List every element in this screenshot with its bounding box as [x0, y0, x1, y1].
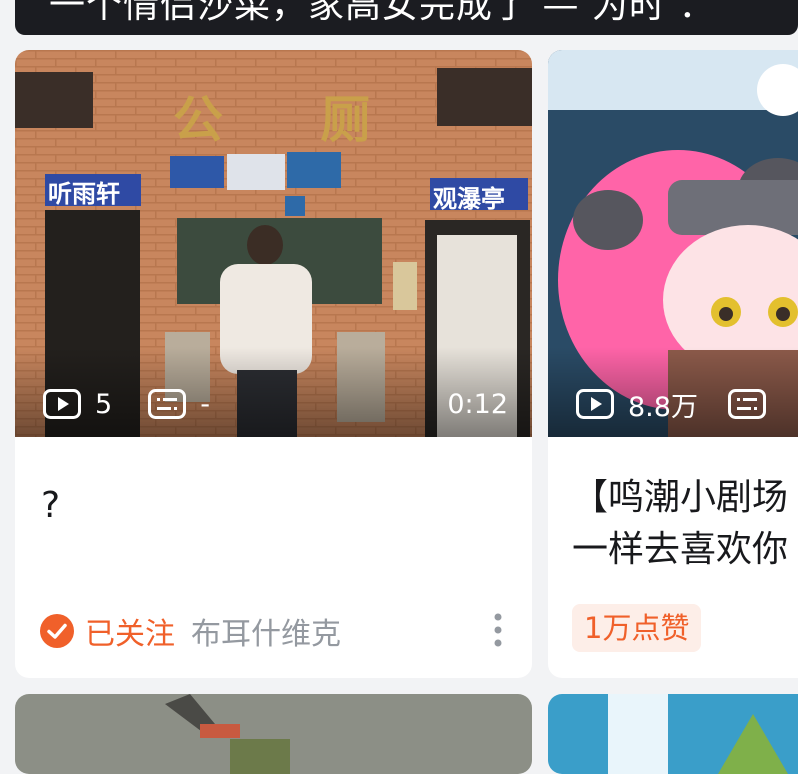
video-title-1[interactable]: ?: [41, 480, 60, 532]
video-card-1[interactable]: 公 厕 听雨轩 观瀑亭 5 - 0:12 ? 已关注 布耳什维克: [15, 50, 532, 678]
sign-left: 听雨轩: [48, 180, 120, 208]
video-duration: 0:12: [447, 388, 508, 420]
video-thumbnail-3[interactable]: [15, 694, 532, 774]
followed-label: 已关注: [85, 617, 175, 652]
video-thumbnail-4[interactable]: [548, 694, 798, 774]
video-card-2[interactable]: 8.8万 【鸣潮小剧场 一样去喜欢你 1万点赞: [548, 50, 798, 678]
play-count: 5: [95, 388, 113, 420]
danmaku-count: -: [200, 388, 210, 420]
followed-check-icon: [39, 613, 75, 649]
uploader-name[interactable]: 布耳什维克: [191, 609, 341, 653]
previous-card-title-strip[interactable]: 一个情侣沙菜，家高女完成了 — 为时 ：: [15, 0, 798, 35]
play-count-icon-2: [576, 389, 614, 419]
thumbnail-stats: 5 - 0:12: [15, 384, 532, 424]
video-card-3[interactable]: [15, 694, 532, 774]
video-title-2-line1: 【鸣潮小剧场: [572, 477, 789, 518]
sign-right: 观瀑亭: [433, 185, 505, 213]
video-title-2-line2: 一样去喜欢你: [572, 529, 789, 570]
video-title-2[interactable]: 【鸣潮小剧场 一样去喜欢你: [572, 472, 788, 576]
like-count-badge: 1万点赞: [572, 604, 702, 652]
danmaku-count-icon: [148, 389, 187, 419]
video-thumbnail-1[interactable]: 公 厕 听雨轩 观瀑亭 5 - 0:12: [15, 50, 532, 437]
danmaku-count-icon-2: [727, 389, 766, 419]
more-options-icon[interactable]: [492, 612, 504, 648]
play-count-2: 8.8万: [628, 391, 698, 423]
video-card-4[interactable]: [548, 694, 798, 774]
previous-card-title: 一个情侣沙菜，家高女完成了 — 为时 ：: [49, 0, 716, 26]
play-count-icon: [43, 389, 81, 419]
thumbnail-stats-2: 8.8万: [548, 384, 798, 424]
video-thumbnail-2[interactable]: 8.8万: [548, 50, 798, 437]
uploader-row-1[interactable]: 已关注 布耳什维克: [39, 606, 341, 656]
sign-top: 公 厕: [173, 90, 411, 149]
